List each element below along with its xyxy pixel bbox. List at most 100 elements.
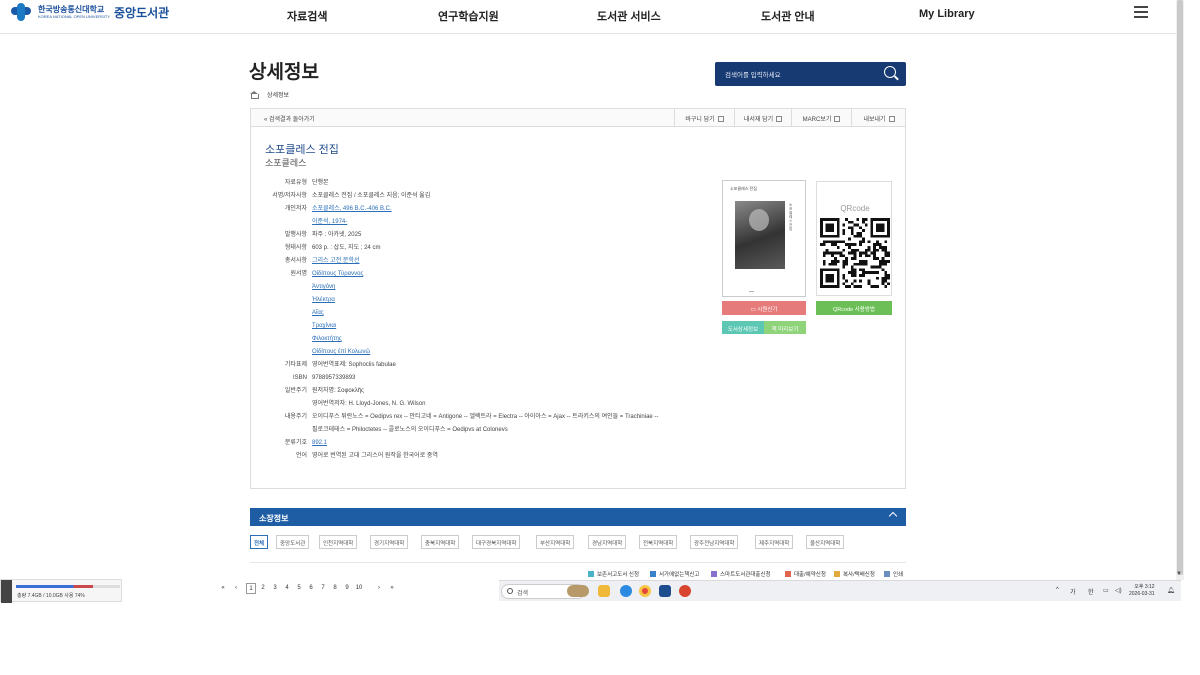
holding-action-label: 인쇄: [893, 572, 904, 578]
branch-tab[interactable]: 충북지역대학: [421, 535, 460, 549]
action-icon: [834, 571, 840, 577]
taskbar-search-label: 검색: [517, 591, 529, 597]
branch-tab[interactable]: 경기지역대학: [370, 535, 409, 549]
branch-tab[interactable]: 전북지역대학: [639, 535, 678, 549]
field-value-link[interactable]: Τραχίνιαι: [312, 323, 336, 330]
branch-tab[interactable]: 경남지역대학: [588, 535, 627, 549]
book-preview-button[interactable]: 책 미리보기: [764, 321, 806, 334]
first-page-icon[interactable]: «: [218, 583, 228, 594]
export-button[interactable]: 내보내기: [851, 109, 906, 126]
branch-tab[interactable]: 부산지역대학: [536, 535, 575, 549]
tray-overflow-icon[interactable]: ^: [1056, 587, 1059, 593]
field-value-link[interactable]: Οἰδίπους Τύραννος: [312, 271, 363, 278]
add-to-basket-button[interactable]: 바구니 담기: [674, 109, 734, 126]
field-value-link[interactable]: Ἀντιγόνη: [312, 284, 335, 291]
search-icon[interactable]: [884, 66, 896, 78]
taskbar-clock[interactable]: 오후 3:12 2026-03-31: [1129, 584, 1155, 598]
book-detail-info-button[interactable]: 도서상세정보: [722, 321, 764, 334]
tray-font-icon[interactable]: 가: [1070, 587, 1076, 596]
back-to-results-link[interactable]: « 검색결과 돌아가기: [264, 114, 315, 123]
branch-tab[interactable]: 대구경북지역대학: [472, 535, 521, 549]
field-value-link[interactable]: 892.1: [312, 440, 327, 447]
page-number[interactable]: 8: [330, 583, 340, 594]
page-number[interactable]: 2: [258, 583, 268, 594]
branch-tab[interactable]: 제주지역대학: [755, 535, 794, 549]
holding-action-link[interactable]: 스마트도서관대출신청: [711, 570, 771, 578]
menu-search[interactable]: 자료검색: [287, 8, 327, 24]
prev-page-icon[interactable]: ‹: [231, 583, 241, 594]
marc-view-button[interactable]: MARC보기: [791, 109, 851, 126]
page-number[interactable]: 4: [282, 583, 292, 594]
field-value-link[interactable]: Φιλοκτήτης: [312, 336, 342, 343]
menu-my-library[interactable]: My Library: [919, 8, 975, 20]
volume-icon[interactable]: ◁): [1115, 587, 1122, 594]
export-icon: [888, 116, 895, 122]
search-box[interactable]: 검색어를 입력하세요: [715, 62, 906, 86]
chrome-browser-icon[interactable]: [639, 585, 651, 597]
home-icon[interactable]: [250, 91, 259, 99]
field-value-link[interactable]: Ἠλέκτρα: [312, 297, 335, 304]
branch-tab[interactable]: 중앙도서관: [276, 535, 310, 549]
qrcode-box: QRcode: [816, 181, 892, 296]
page-number[interactable]: 6: [306, 583, 316, 594]
memory-usage-widget[interactable]: 총량 7.4GB / 10.0GB 사용 74%: [0, 579, 122, 603]
page-number[interactable]: 3: [270, 583, 280, 594]
field-value-link[interactable]: 이준석, 1974-: [312, 219, 347, 226]
field-value: 필로크테테스 = Philoctetes -- 콜로노스의 오이디푸스 = Oe…: [312, 427, 508, 433]
ime-language-indicator[interactable]: 한: [1088, 587, 1094, 596]
scroll-down-arrow-icon[interactable]: ▼: [1176, 571, 1182, 577]
knou-logo-icon: [8, 3, 34, 21]
page-number[interactable]: 9: [342, 583, 352, 594]
holding-action-link[interactable]: 서가에없는책신고: [650, 570, 699, 578]
menu-research-support[interactable]: 연구학습지원: [438, 8, 499, 24]
branch-tab[interactable]: 광주전남지역대학: [690, 535, 739, 549]
holding-action-link[interactable]: 복사/택배신청: [834, 570, 875, 578]
field-label: 형태사항: [284, 245, 307, 251]
branch-tab[interactable]: 전체: [250, 535, 269, 549]
request-button[interactable]: ▭ 시원신기: [722, 301, 806, 315]
site-logo[interactable]: 한국방송통신대학교 KOREA NATIONAL OPEN UNIVERSITY…: [8, 3, 169, 21]
last-page-icon[interactable]: »: [387, 583, 397, 594]
scrollbar-thumb[interactable]: [1177, 0, 1183, 575]
action-icon: [588, 571, 594, 577]
memory-usage-text: 총량 7.4GB / 10.0GB 사용 74%: [17, 593, 85, 599]
page-number[interactable]: 10: [354, 583, 364, 594]
field-value: 영어로 번역된 고대 그리스어 원작을 한국어로 중역: [312, 453, 438, 459]
powerpoint-icon[interactable]: [679, 585, 691, 597]
hamburger-menu-icon[interactable]: [1134, 6, 1148, 18]
branch-tab[interactable]: 울산지역대학: [806, 535, 845, 549]
holding-action-link[interactable]: 보존서고도서 신청: [588, 570, 639, 578]
store-app-icon[interactable]: [659, 585, 671, 597]
page-title: 상세정보: [249, 62, 319, 83]
holdings-header[interactable]: 소장정보: [250, 508, 906, 526]
next-page-icon[interactable]: ›: [374, 583, 384, 594]
add-to-my-shelf-button[interactable]: 내서재 담기: [734, 109, 791, 126]
menu-library-guide[interactable]: 도서관 안내: [761, 8, 815, 24]
search-input[interactable]: 검색어를 입력하세요: [725, 69, 781, 79]
book-cover-image[interactable]: 소포클레스 전집 소포클레스전집 —: [722, 180, 806, 297]
vertical-scrollbar[interactable]: ▼: [1176, 0, 1184, 580]
file-explorer-icon[interactable]: [598, 585, 610, 597]
page-number[interactable]: 7: [318, 583, 328, 594]
qrcode-usage-button[interactable]: QRcode 사용방법: [816, 301, 892, 315]
field-value-link[interactable]: Αἴας: [312, 310, 324, 317]
page-number[interactable]: 1: [246, 583, 256, 594]
field-value-link[interactable]: 그리스 고전 문학선: [312, 258, 360, 265]
field-value-link[interactable]: 소포클레스, 496 B.C.-406 B.C.: [312, 206, 392, 213]
collapse-chevron-icon[interactable]: [888, 511, 898, 521]
notification-bell-icon[interactable]: 🔔︎: [1167, 587, 1175, 594]
edge-browser-icon[interactable]: [620, 585, 632, 597]
qrcode-image: [820, 218, 890, 288]
branch-tab[interactable]: 인천지역대학: [319, 535, 358, 549]
add-to-my-shelf-label: 내서재 담기: [743, 117, 774, 123]
field-value-link[interactable]: Οἰδίπους ἐπὶ Κολωνῷ: [312, 349, 370, 356]
menu-library-services[interactable]: 도서관 서비스: [597, 8, 661, 24]
holding-action-link[interactable]: 대출/예약신청: [785, 570, 826, 578]
book-title: 소포클레스 전집: [265, 144, 339, 156]
page-number[interactable]: 5: [294, 583, 304, 594]
action-icon: [711, 571, 717, 577]
news-widget-icon[interactable]: [567, 585, 589, 597]
network-icon[interactable]: ▭: [1103, 587, 1109, 594]
holding-action-link[interactable]: 인쇄: [884, 570, 903, 578]
field-label: 내용주기: [284, 414, 307, 420]
